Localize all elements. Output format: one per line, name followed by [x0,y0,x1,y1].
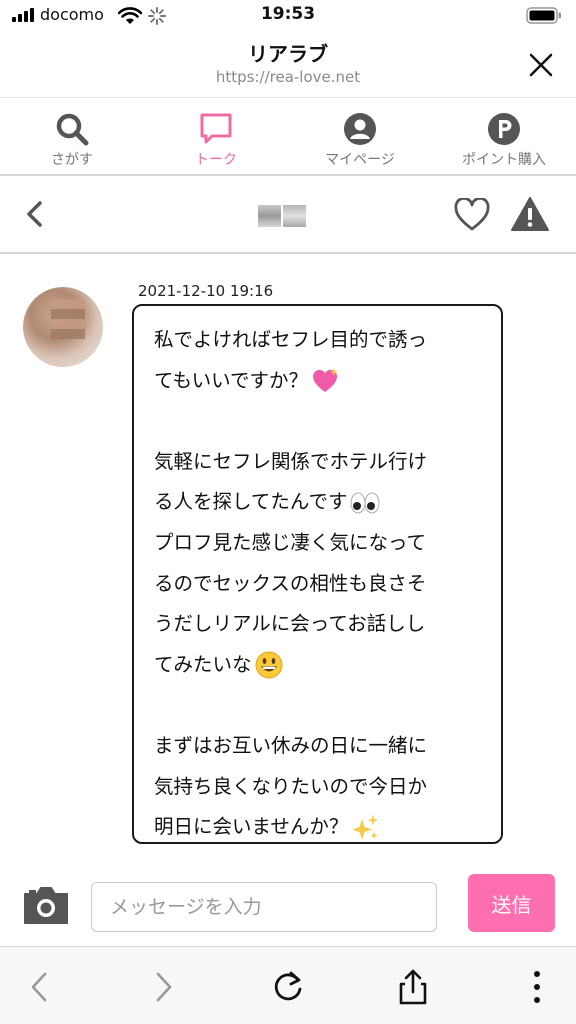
heart-icon[interactable] [454,198,490,232]
message-text: てもいいですか？ [154,368,309,392]
tab-label: ポイント購入 [462,152,546,168]
avatar[interactable] [23,287,103,367]
warning-icon[interactable] [510,196,550,232]
share-icon[interactable] [393,967,433,1007]
message-bubble: 私でよければセフレ目的で誘っ てもいいですか？ 気軽にセフレ関係でホテル行け る… [132,304,503,844]
partner-name-blurred [258,205,306,227]
send-button[interactable]: 送信 [468,874,555,932]
message-line: 気持ち良くなりたいので今日か [154,774,428,798]
tab-search[interactable]: さがす [0,98,144,174]
url-display[interactable]: https://rea-love.net [0,68,576,86]
sparkles-icon [352,814,379,840]
chat-header [0,176,576,254]
status-bar: docomo 19:53 [0,0,576,30]
close-icon[interactable] [526,50,556,80]
message-line: てもいいですか？ [154,361,487,402]
back-chevron-icon[interactable] [22,199,48,229]
message-line: うだしリアルに会ってお話しし [154,612,426,636]
browser-toolbar [0,946,576,1024]
message-text: てみたいな [154,652,252,676]
page-title: リアラブ [248,42,328,66]
message-line: てみたいな [154,645,487,686]
reload-icon[interactable] [268,967,308,1007]
tab-talk[interactable]: トーク [144,98,288,174]
message-line [154,401,487,442]
tab-label: トーク [195,152,237,168]
chat-bubble-icon [200,113,232,144]
tab-buy-points[interactable]: ポイント購入 [432,98,576,174]
search-icon [56,113,89,146]
message-line: 私でよければセフレ目的で誘っ [154,328,428,351]
message-text: 明日に会いませんか？ [154,815,349,839]
person-icon [344,113,376,145]
battery-icon [526,7,561,24]
message-text: る人を探してたんです [154,490,348,514]
message-timestamp: 2021-12-10 19:16 [138,282,274,300]
message-line: プロフ見た感じ凄く気になって [154,530,427,554]
tab-bar: さがす トーク マイページ ポイント購入 [0,98,576,176]
message-input[interactable] [91,882,437,932]
message-line [154,685,487,726]
tab-label: マイページ [325,152,395,168]
message-line: る人を探してたんです [154,482,487,523]
eyes-icon [350,492,380,514]
message-line: まずはお互い休みの日に一緒に [154,733,428,757]
browser-back-icon[interactable] [20,967,60,1007]
point-icon [488,113,520,145]
clock: 19:53 [260,4,316,24]
message-line: 明日に会いませんか？ [154,807,487,848]
more-menu-icon[interactable] [517,967,557,1007]
message-line: るのでセックスの相性も良さそ [154,571,427,595]
message-line: 気軽にセフレ関係でホテル行け [154,449,428,473]
tab-label: さがす [51,152,93,168]
camera-icon[interactable] [22,884,70,926]
browser-header: リアラブ https://rea-love.net [0,30,576,98]
tab-mypage[interactable]: マイページ [288,98,432,174]
grinning-face-icon [255,651,283,679]
sparkling-heart-icon [313,368,339,393]
browser-forward-icon[interactable] [143,967,183,1007]
